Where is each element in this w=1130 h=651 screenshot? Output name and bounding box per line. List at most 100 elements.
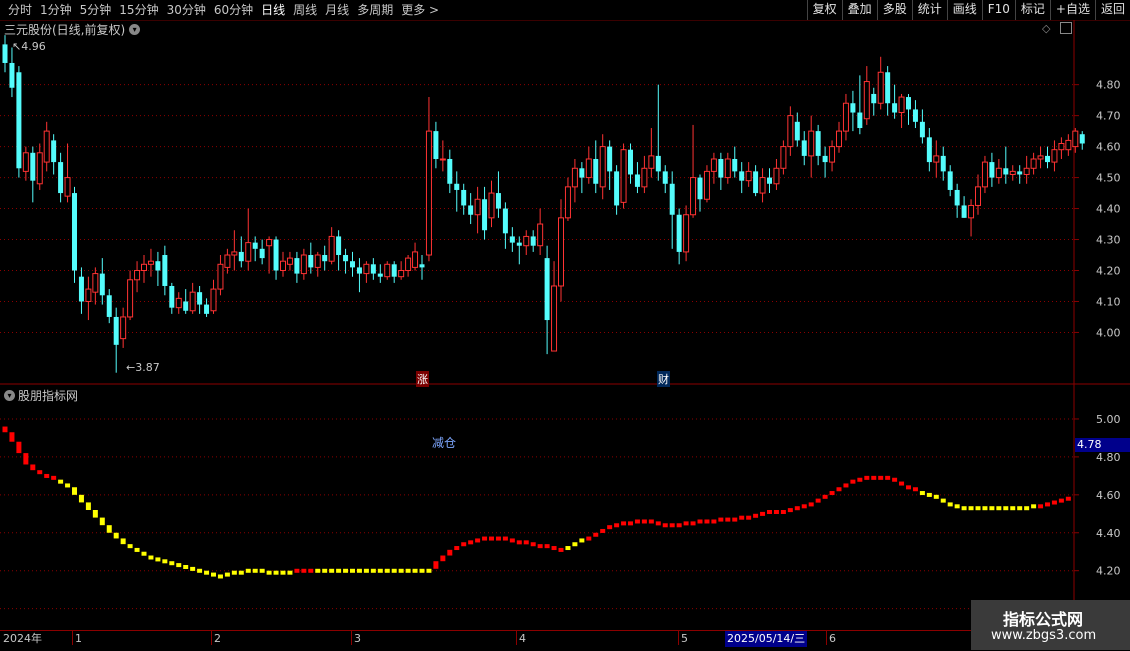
candle-body [482, 199, 488, 231]
candle-body [439, 158, 446, 161]
candle-body [614, 171, 620, 206]
indicator-tick-label: 4.40 [1096, 527, 1121, 540]
indicator-bar [628, 521, 633, 526]
indicator-panel-title[interactable]: ▾ 股朋指标网 [4, 387, 78, 404]
candle-body [863, 81, 870, 120]
indicator-bar [475, 538, 481, 543]
candle-body [16, 72, 22, 169]
indicator-bar [134, 547, 140, 552]
candle-body [238, 251, 244, 262]
indicator-bar [120, 538, 126, 545]
candle-body [551, 285, 558, 352]
indicator-bar [23, 453, 29, 465]
event-cai-badge[interactable]: 财 [657, 371, 670, 387]
indicator-bar [1065, 496, 1071, 501]
indicator-bar [301, 568, 307, 573]
candle-body [773, 167, 780, 185]
candle-body [759, 177, 766, 194]
candle-body [989, 162, 995, 178]
candle-body [794, 121, 800, 141]
indicator-tick-label: 4.60 [1096, 489, 1121, 502]
candle-body [127, 279, 134, 318]
event-zhang-badge[interactable]: 涨 [416, 371, 429, 387]
candle-body [877, 71, 884, 104]
candle-body [697, 177, 703, 200]
candle-body [398, 269, 405, 278]
indicator-bar [363, 568, 369, 573]
indicator-bar [648, 519, 654, 524]
indicator-bar [85, 502, 91, 510]
candle-body [141, 263, 147, 271]
candle-body [231, 251, 238, 256]
indicator-bar [718, 517, 724, 522]
indicator-bar [940, 498, 946, 503]
chevron-down-icon[interactable]: ▾ [4, 390, 15, 401]
candle-body [753, 171, 759, 194]
candle-body [919, 121, 925, 138]
candle-body [1017, 171, 1023, 175]
indicator-bar [746, 515, 752, 520]
indicator-bar [65, 483, 71, 488]
candle-body [718, 158, 724, 178]
indicator-bar [926, 492, 932, 497]
date-month-5: 5 [681, 632, 688, 645]
indicator-bar [78, 494, 84, 503]
indicator-bar [44, 473, 50, 478]
candle-body [495, 193, 501, 209]
candle-body [405, 257, 412, 271]
indicator-bar [662, 523, 668, 528]
candle-body [516, 242, 522, 246]
indicator-bar [329, 568, 335, 573]
candle-body [1065, 139, 1072, 151]
price-tick-label: 4.10 [1096, 295, 1121, 308]
indicator-bar [294, 568, 300, 573]
candle-body [384, 263, 391, 278]
candle-body [571, 167, 578, 188]
indicator-bar [780, 510, 786, 514]
indicator-bar [933, 494, 939, 499]
indicator-bar [426, 568, 432, 573]
indicator-bar [878, 475, 884, 480]
indicator-bar [350, 568, 355, 573]
candle-body [197, 292, 203, 305]
candle-body [857, 112, 863, 129]
candle-body [370, 264, 376, 274]
candle-body [1045, 155, 1050, 163]
date-month-1: 1 [75, 632, 82, 645]
date-month-2: 2 [214, 632, 221, 645]
indicator-bar [725, 517, 731, 522]
indicator-bar [37, 470, 43, 475]
indicator-bar [92, 510, 98, 518]
candle-body [1023, 167, 1030, 175]
candle-body [300, 254, 307, 275]
indicator-bar [148, 555, 154, 560]
indicator-bar [607, 525, 613, 530]
candle-body [280, 260, 286, 271]
indicator-bar [989, 506, 995, 511]
indicator-bar [773, 510, 779, 514]
indicator-bar [523, 540, 529, 545]
candle-body [787, 115, 794, 148]
candle-body [975, 186, 981, 206]
candle-body [1009, 170, 1016, 175]
candle-body [898, 96, 905, 114]
indicator-bar [885, 475, 891, 480]
candle-body [447, 158, 453, 184]
indicator-bar [634, 519, 640, 524]
indicator-bar [537, 544, 543, 549]
indicator-bar [440, 555, 446, 562]
indicator-bar [252, 568, 258, 573]
candle-body [690, 177, 697, 216]
date-separator [678, 631, 679, 645]
candle-body [871, 93, 877, 104]
candle-body [22, 152, 29, 172]
indicator-bar [899, 481, 905, 486]
candle-body [509, 236, 515, 243]
candle-body [36, 152, 43, 185]
indicator-bar [739, 515, 745, 520]
indicator-bar [183, 565, 189, 569]
price-tick-label: 4.30 [1096, 234, 1121, 247]
indicator-bar [912, 487, 918, 492]
candle-body [1037, 155, 1044, 160]
candle-body [294, 258, 300, 274]
